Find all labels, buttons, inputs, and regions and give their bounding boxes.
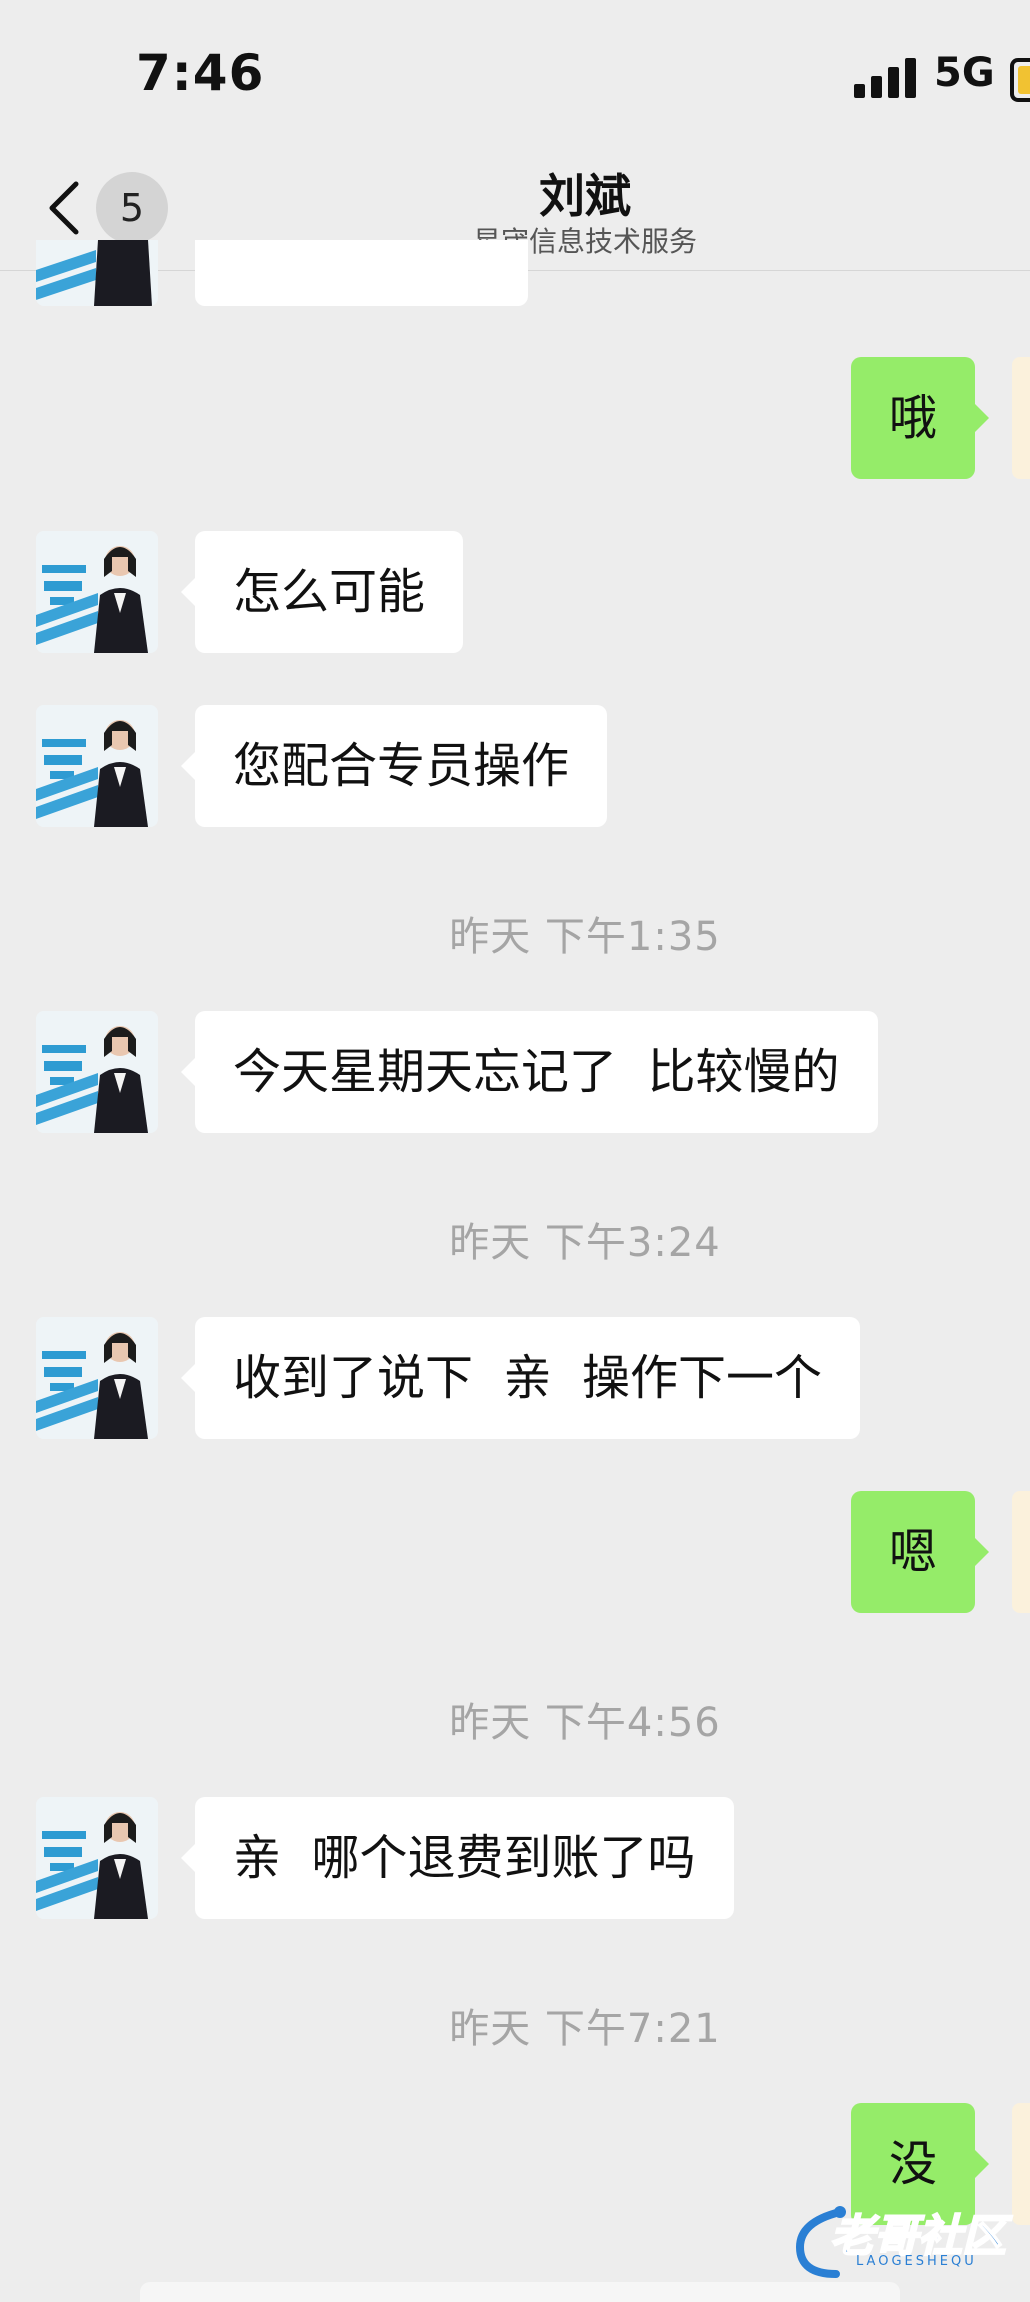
message-text: 今天星期天忘记了 比较慢的 — [233, 1044, 840, 1100]
status-time: 7:46 — [136, 44, 265, 102]
message-bubble-received[interactable]: 亲 哪个退费到账了吗 — [181, 1797, 734, 1919]
message-bubble-sent[interactable]: 嗯 — [850, 1491, 990, 1613]
contact-avatar[interactable] — [36, 705, 158, 827]
input-bar-edge — [140, 2282, 900, 2302]
watermark-logo: 老哥社区 LAOGESHEQU — [790, 2196, 1020, 2286]
contact-avatar[interactable] — [36, 1317, 158, 1439]
contact-avatar[interactable] — [36, 1797, 158, 1919]
message-text: 没 — [888, 2136, 937, 2192]
signal-strength-icon — [854, 56, 916, 98]
message-bubble-partial[interactable] — [195, 240, 528, 306]
battery-icon — [1010, 58, 1030, 102]
watermark-subtext: LAOGESHEQU — [856, 2254, 977, 2269]
message-text: 收到了说下 亲 操作下一个 — [233, 1350, 823, 1406]
message-bubble-sent[interactable]: 哦 — [850, 357, 990, 479]
own-avatar[interactable] — [1012, 1491, 1030, 1613]
message-text: 您配合专员操作 — [233, 738, 570, 794]
message-timestamp: 昨天 下午7:21 — [449, 2006, 721, 2052]
message-bubble-received[interactable]: 收到了说下 亲 操作下一个 — [180, 1317, 861, 1439]
message-bubble-received[interactable]: 怎么可能 — [180, 531, 464, 653]
contact-name: 刘斌 — [539, 169, 631, 223]
message-text: 嗯 — [888, 1524, 937, 1580]
contact-avatar[interactable] — [36, 1011, 158, 1133]
network-type: 5G — [934, 50, 995, 96]
message-bubble-received[interactable]: 今天星期天忘记了 比较慢的 — [181, 1011, 878, 1133]
contact-avatar[interactable] — [36, 240, 158, 306]
message-timestamp: 昨天 下午4:56 — [449, 1700, 721, 1746]
contact-avatar[interactable] — [36, 531, 158, 653]
message-bubble-received[interactable]: 您配合专员操作 — [180, 705, 608, 827]
message-timestamp: 昨天 下午3:24 — [449, 1220, 721, 1266]
status-bar: 7:46 5G — [0, 0, 1030, 150]
message-timestamp: 昨天 下午1:35 — [449, 914, 721, 960]
message-text: 哦 — [888, 390, 937, 446]
message-text: 怎么可能 — [233, 564, 426, 620]
message-text: 亲 哪个退费到账了吗 — [233, 1830, 696, 1886]
own-avatar[interactable] — [1012, 357, 1030, 479]
